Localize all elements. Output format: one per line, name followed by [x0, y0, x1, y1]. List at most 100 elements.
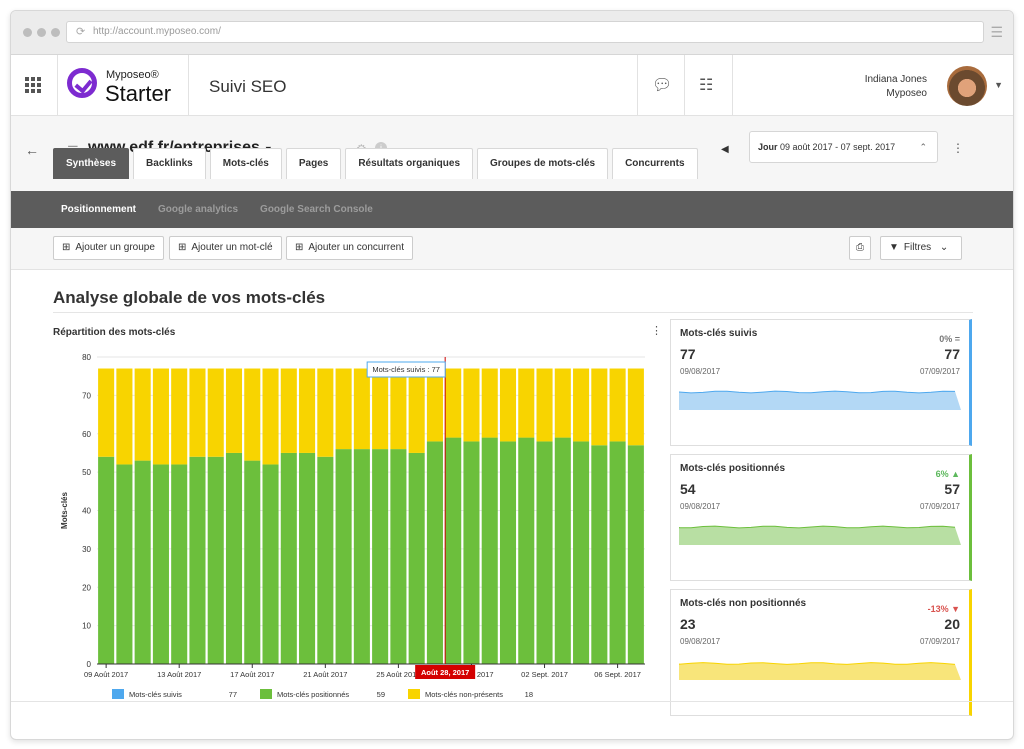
y-tick-label: 70	[82, 391, 91, 400]
bar-positioned	[591, 445, 608, 664]
chart-menu-icon[interactable]: ⋮	[651, 324, 662, 337]
x-tick-label: 13 Août 2017	[157, 670, 201, 679]
y-tick-label: 10	[82, 622, 91, 631]
legend-swatch	[408, 689, 420, 699]
bar-positioned	[152, 464, 169, 664]
card-start-date: 09/08/2017	[680, 367, 721, 376]
chart-title: Répartition des mots-clés	[53, 327, 176, 338]
tab-mots-cl-s[interactable]: Mots-clés	[209, 148, 282, 179]
plus-square-icon: ⊞	[62, 242, 71, 253]
tab-concurrents[interactable]: Concurrents	[612, 148, 698, 179]
y-tick-label: 20	[82, 583, 91, 592]
bar-not-present	[299, 368, 316, 453]
card-change: 0% =	[939, 334, 960, 344]
tab-synth-ses[interactable]: Synthèses	[53, 148, 130, 179]
bar-not-present	[335, 368, 352, 450]
avatar[interactable]	[947, 66, 987, 106]
tab-backlinks[interactable]: Backlinks	[133, 148, 206, 179]
bar-positioned	[573, 441, 590, 664]
tab-pages[interactable]: Pages	[285, 148, 342, 179]
subtab-positionnement[interactable]: Positionnement	[61, 204, 136, 215]
bar-positioned	[98, 456, 115, 664]
subtab-google-analytics[interactable]: Google analytics	[158, 204, 238, 215]
x-tick-label: 25 Août 2017	[376, 670, 420, 679]
legend-swatch	[112, 689, 124, 699]
kpi-card[interactable]: Mots-clés non positionnés -13% ▼ 23 20 09/08…	[670, 589, 972, 716]
bar-not-present	[280, 368, 297, 453]
bar-not-present	[481, 368, 498, 438]
apps-grid-icon[interactable]	[25, 77, 41, 93]
user-menu-caret-icon[interactable]: ▼	[994, 80, 1003, 90]
address-bar[interactable]: ⟳ http://account.myposeo.com/	[66, 21, 984, 43]
bar-positioned	[244, 460, 261, 664]
bar-positioned	[116, 464, 133, 664]
bar-not-present	[499, 368, 517, 442]
card-change: -13% ▼	[927, 604, 960, 614]
card-title: Mots-clés non positionnés	[680, 598, 807, 609]
kpi-card[interactable]: Mots-clés positionnés 6% ▲ 54 57 09/08/2017 0…	[670, 454, 972, 581]
add-competitor-label: Ajouter un concurrent	[308, 242, 405, 253]
bar-not-present	[536, 368, 553, 442]
bar-not-present	[98, 368, 115, 457]
bar-not-present	[408, 368, 425, 453]
x-tick-label: 17 Août 2017	[230, 670, 274, 679]
bar-positioned	[171, 464, 188, 664]
bar-positioned	[390, 449, 407, 664]
site-bar: ← ☰ www.edf.fr/entreprises▼ ⚙ i ◀ Jour 0…	[11, 116, 1013, 191]
bar-not-present	[609, 368, 626, 442]
bar-not-present	[207, 368, 224, 457]
filters-button[interactable]: ▼ Filtres ⌄	[880, 236, 962, 260]
bar-positioned	[317, 456, 334, 664]
back-arrow-icon[interactable]: ←	[25, 142, 39, 158]
bar-positioned	[554, 437, 571, 664]
settings-sliders-icon[interactable]: ☷	[699, 75, 713, 95]
chat-icon[interactable]: 💬︎	[652, 75, 672, 95]
bar-not-present	[353, 368, 370, 450]
add-competitor-button[interactable]: ⊞ Ajouter un concurrent	[286, 236, 414, 260]
bar-not-present	[317, 368, 334, 457]
add-keyword-label: Ajouter un mot-clé	[191, 242, 273, 253]
bar-not-present	[189, 368, 206, 457]
x-tick-label: 06 Sept. 2017	[594, 670, 641, 679]
reload-icon[interactable]: ⟳	[76, 22, 85, 42]
flag-icon[interactable]: ◀	[721, 144, 729, 155]
export-button[interactable]: ⎙	[849, 236, 871, 260]
card-end-value: 20	[944, 616, 960, 632]
user-info[interactable]: Indiana Jones Myposeo	[865, 73, 927, 101]
card-sparkline	[679, 662, 961, 680]
card-end-date: 07/09/2017	[919, 637, 960, 646]
browser-chrome: ⟳ http://account.myposeo.com/ ☰	[11, 11, 1013, 55]
main-tabs: Synthèses Backlinks Mots-clés Pages Résultat…	[53, 148, 698, 179]
y-tick-label: 30	[82, 545, 91, 554]
y-tick-label: 60	[82, 430, 91, 439]
bar-not-present	[518, 368, 535, 438]
myposeo-logo-icon	[67, 68, 97, 98]
chevron-up-icon: ⌃	[919, 142, 927, 152]
card-end-date: 07/09/2017	[919, 502, 960, 511]
tab-groupes-de-mots-cl-s[interactable]: Groupes de mots-clés	[477, 148, 609, 179]
more-options-icon[interactable]: ⋮	[952, 141, 964, 155]
subtab-google-search-console[interactable]: Google Search Console	[260, 204, 373, 215]
filter-icon: ▼	[889, 242, 899, 253]
tab-r-sultats-organiques[interactable]: Résultats organiques	[345, 148, 474, 179]
bar-positioned	[207, 456, 224, 664]
window-controls[interactable]	[23, 28, 60, 37]
card-end-value: 57	[944, 481, 960, 497]
bar-positioned	[536, 441, 553, 664]
add-keyword-button[interactable]: ⊞ Ajouter un mot-clé	[169, 236, 282, 260]
sub-tabs: Positionnement Google analytics Google Sea…	[11, 191, 1013, 228]
card-start-value: 77	[680, 346, 696, 362]
url-text: http://account.myposeo.com/	[93, 26, 221, 37]
plus-square-icon: ⊞	[178, 242, 187, 253]
y-axis-label: Mots-clés	[60, 492, 69, 529]
bar-not-present	[591, 368, 608, 446]
y-tick-label: 0	[87, 660, 92, 669]
browser-menu-icon[interactable]: ☰	[990, 24, 1003, 41]
kpi-card[interactable]: Mots-clés suivis 0% = 77 77 09/08/2017 07/09/…	[670, 319, 972, 446]
add-group-button[interactable]: ⊞ Ajouter un groupe	[53, 236, 164, 260]
keywords-distribution-chart: 0 10 20 30 40 50 60 70 80 Mots-clés 09 Août 2017 13…	[60, 353, 645, 699]
export-icon: ⎙	[856, 242, 864, 253]
date-range-picker[interactable]: Jour 09 août 2017 - 07 sept. 2017 ⌃	[749, 131, 938, 163]
period-label: Jour	[758, 142, 778, 152]
chevron-down-icon: ⌄	[939, 242, 949, 253]
